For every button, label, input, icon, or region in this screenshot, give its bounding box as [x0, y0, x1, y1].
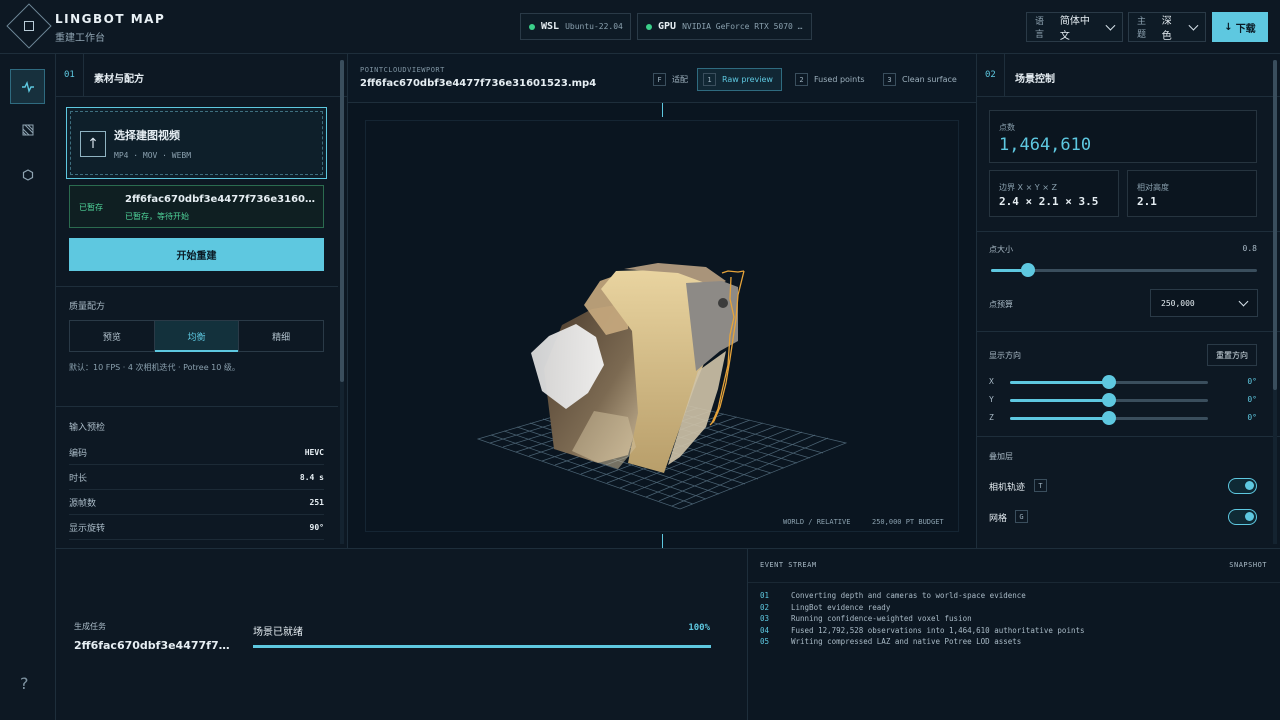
- mode-raw-preview[interactable]: 1 Raw preview: [697, 68, 782, 91]
- theme-select[interactable]: 主题 深色: [1128, 12, 1206, 42]
- wsl-status: WSL Ubuntu-22.04: [520, 13, 631, 40]
- quality-option-fine[interactable]: 精细: [238, 321, 323, 351]
- top-bar: LINGBOT MAP 重建工作台 WSL Ubuntu-22.04 GPU N…: [0, 0, 1280, 54]
- point-cloud-viewport[interactable]: POINTCLOUDVIEWPORT 2ff6fac670dbf3e4477f7…: [348, 54, 976, 548]
- mode-clean-surface[interactable]: 3 Clean surface: [878, 68, 962, 91]
- logo-icon: [6, 3, 52, 49]
- slider-handle[interactable]: [1021, 263, 1036, 277]
- download-icon: ↓: [1224, 21, 1233, 33]
- event-line: 03 Running confidence-weighted voxel fusi…: [760, 614, 972, 623]
- point-size-label: 点大小: [989, 245, 1013, 254]
- panel-header: 02 场景控制: [977, 54, 1280, 97]
- event-stream-title: EVENT STREAM: [760, 561, 817, 569]
- quality-note: 默认：10 FPS · 4 次相机迭代 · Potree 10 级。: [69, 363, 240, 372]
- viewport-header: POINTCLOUDVIEWPORT 2ff6fac670dbf3e4477f7…: [348, 54, 976, 103]
- quality-label: 质量配方: [69, 302, 106, 312]
- rotate-x-slider[interactable]: [1010, 375, 1208, 389]
- precheck-row: 源帧数 251: [69, 490, 324, 515]
- panel-header: 01 素材与配方: [56, 54, 347, 97]
- point-size-slider[interactable]: [991, 263, 1257, 277]
- precheck-row: 显示旋转 90°: [69, 515, 324, 540]
- point-size-value: 0.8: [1242, 244, 1257, 253]
- slider-handle[interactable]: [1102, 375, 1116, 389]
- viewport-canvas[interactable]: [365, 120, 959, 532]
- overlays-label: 叠加层: [989, 452, 1013, 461]
- download-button[interactable]: ↓ 下载: [1212, 12, 1268, 42]
- point-budget-select[interactable]: 250,000: [1150, 289, 1258, 317]
- fit-button[interactable]: F 适配: [648, 68, 693, 91]
- scan-body: [531, 263, 738, 473]
- progress-status: 场景已就绪: [253, 627, 303, 638]
- rotate-y-slider[interactable]: [1010, 393, 1208, 407]
- point-budget-label: 点预算: [989, 300, 1013, 309]
- height-stat: 相对高度 2.1: [1127, 170, 1257, 217]
- snapshot-button[interactable]: SNAPSHOT: [1229, 561, 1267, 569]
- status-dot-icon: [646, 23, 652, 30]
- scene-control-panel: 02 场景控制 点数 1,464,610 边界 X × Y × Z 2.4 × …: [976, 54, 1280, 548]
- help-icon[interactable]: ?: [20, 674, 29, 693]
- panel-title: 场景控制: [1015, 74, 1055, 85]
- precheck-row: 编码 HEVC: [69, 440, 324, 465]
- scrollbar[interactable]: [1273, 60, 1277, 544]
- hexagon-icon[interactable]: [10, 157, 45, 192]
- point-count-stat: 点数 1,464,610: [989, 110, 1257, 163]
- precheck-row: 时长 8.4 s: [69, 465, 324, 490]
- pulse-icon[interactable]: [10, 69, 45, 104]
- assets-panel: 01 素材与配方 ↑ 选择建图视频 MP4 · MOV · WEBM 已暂存 2…: [56, 54, 348, 548]
- chevron-down-icon: [1105, 20, 1116, 30]
- quality-segmented-control: 预览 均衡 精细: [69, 320, 324, 352]
- orientation-label: 显示方向: [989, 351, 1021, 360]
- quality-option-balanced[interactable]: 均衡: [153, 321, 239, 352]
- reset-orientation-button[interactable]: 重置方向: [1207, 344, 1257, 366]
- progress-bar: [253, 645, 711, 648]
- event-line: 01 Converting depth and cameras to world-…: [760, 591, 1026, 600]
- bounds-stat: 边界 X × Y × Z 2.4 × 2.1 × 3.5: [989, 170, 1119, 217]
- gpu-status: GPU NVIDIA GeForce RTX 5070 …: [637, 13, 812, 40]
- file-name: 2ff6fac670dbf3e4477f736e3160152…: [125, 194, 319, 205]
- job-progress-panel: 生成任务 2ff6fac670dbf3e4477f736… 场景已就绪 100%: [56, 548, 748, 720]
- status-dot-icon: [529, 23, 535, 30]
- mode-fused-points[interactable]: 2 Fused points: [790, 68, 870, 91]
- rotate-z-slider[interactable]: [1010, 411, 1208, 425]
- camera-trajectory-toggle[interactable]: [1228, 478, 1257, 494]
- staged-file-card[interactable]: 已暂存 2ff6fac670dbf3e4477f736e3160152… 已暂存…: [69, 185, 324, 228]
- slider-handle[interactable]: [1102, 393, 1116, 407]
- job-name: 2ff6fac670dbf3e4477f736…: [74, 639, 234, 652]
- point-cloud-render: [476, 263, 848, 510]
- slider-handle[interactable]: [1102, 411, 1116, 425]
- language-select[interactable]: 语言 简体中文: [1026, 12, 1123, 42]
- event-line: 02 LingBot evidence ready: [760, 603, 891, 612]
- coordinate-mode: WORLD / RELATIVE: [783, 518, 851, 526]
- chevron-down-icon: [1188, 20, 1199, 30]
- grid-toggle[interactable]: [1228, 509, 1257, 525]
- side-rail: ?: [0, 54, 56, 720]
- upload-arrow-icon: ↑: [80, 131, 106, 157]
- event-line: 04 Fused 12,792,528 observations into 1,4…: [760, 626, 1085, 635]
- progress-percent: 100%: [688, 623, 710, 633]
- chevron-down-icon: [1238, 296, 1249, 306]
- app-title: LINGBOT MAP: [55, 12, 166, 26]
- app-subtitle: 重建工作台: [55, 33, 105, 44]
- precheck-label: 输入预检: [69, 423, 106, 433]
- point-budget-readout: 250,000 PT BUDGET: [872, 518, 944, 526]
- quality-option-preview[interactable]: 预览: [70, 321, 154, 351]
- event-line: 05 Writing compressed LAZ and native Potr…: [760, 637, 1022, 646]
- viewport-file-name: 2ff6fac670dbf3e4477f736e31601523.mp4: [360, 78, 597, 89]
- upload-dropzone[interactable]: ↑ 选择建图视频 MP4 · MOV · WEBM: [66, 107, 327, 179]
- scrollbar[interactable]: [340, 60, 344, 544]
- event-stream-panel: EVENT STREAM SNAPSHOT 01 Converting depth…: [748, 548, 1280, 720]
- layers-icon[interactable]: [10, 112, 45, 147]
- status-badge: 已暂存: [79, 203, 103, 212]
- start-reconstruction-button[interactable]: 开始重建: [69, 238, 324, 271]
- panel-title: 素材与配方: [94, 74, 144, 85]
